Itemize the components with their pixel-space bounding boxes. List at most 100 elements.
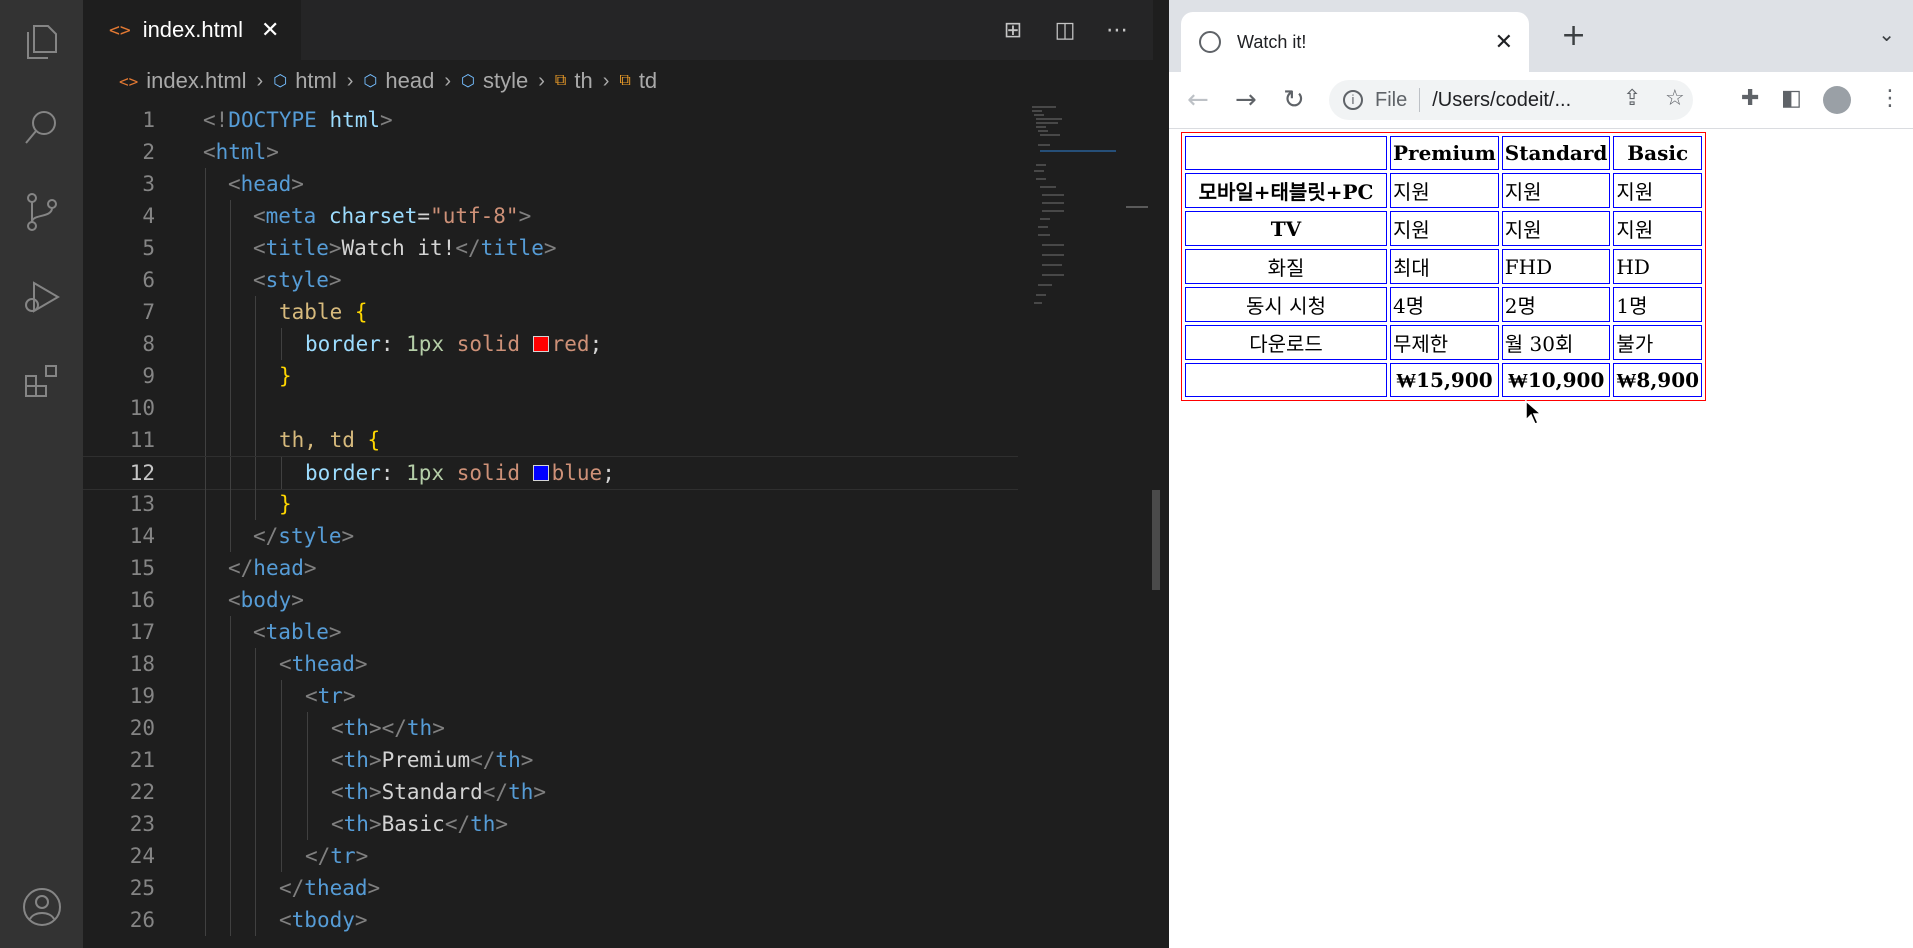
open-preview-icon[interactable]: ⊞ bbox=[999, 18, 1027, 43]
breadcrumb-item-th[interactable]: ⧉ th bbox=[555, 68, 593, 94]
header-cell: Standard bbox=[1501, 136, 1611, 170]
table-cell: HD bbox=[1613, 249, 1703, 284]
browser-window: Watch it! ✕ + ⌄ ← → ↻ i File /Users/code… bbox=[1169, 0, 1913, 948]
bookmark-star-icon[interactable]: ☆ bbox=[1665, 86, 1685, 111]
chevron-right-icon: › bbox=[256, 69, 264, 92]
selector-icon: ⧉ bbox=[554, 72, 567, 89]
editor-tab-bar: <> index.html ✕ ⊞ ◫ ⋯ bbox=[83, 0, 1153, 60]
color-swatch-blue[interactable] bbox=[532, 465, 549, 481]
breadcrumb-item-html[interactable]: ⬡ html bbox=[273, 68, 337, 94]
profile-avatar[interactable] bbox=[1823, 86, 1851, 114]
header-cell: Premium bbox=[1390, 136, 1499, 170]
reload-icon[interactable]: ↻ bbox=[1283, 72, 1305, 128]
code-line: 9} bbox=[83, 360, 1018, 392]
more-actions-icon[interactable]: ⋯ bbox=[1103, 18, 1131, 43]
omnibox-scheme: File bbox=[1375, 88, 1408, 111]
account-icon[interactable] bbox=[0, 875, 83, 939]
code-line: 13} bbox=[83, 488, 1018, 520]
browser-tab-strip: Watch it! ✕ + ⌄ bbox=[1169, 0, 1913, 72]
table-cell: 무제한 bbox=[1390, 325, 1499, 360]
search-icon[interactable] bbox=[0, 95, 83, 159]
color-swatch-red[interactable] bbox=[532, 336, 549, 352]
header-cell: Basic bbox=[1613, 136, 1703, 170]
code-line: 15 </head> bbox=[83, 552, 1018, 584]
element-icon: ⬡ bbox=[363, 73, 378, 90]
more-menu-icon[interactable]: ⋮ bbox=[1879, 86, 1901, 111]
omnibox-url[interactable]: /Users/codeit/... bbox=[1432, 89, 1571, 112]
code-line: 21 <th>Premium</th> bbox=[83, 744, 1018, 776]
code-line: 22 <th>Standard</th> bbox=[83, 776, 1018, 808]
run-debug-icon[interactable] bbox=[0, 265, 83, 329]
code-line: 2 <html> bbox=[142, 140, 279, 164]
table-row: 모바일+태블릿+PC 지원 지원 지원 bbox=[1185, 173, 1703, 208]
mouse-cursor-icon bbox=[1525, 400, 1543, 425]
code-line: 7 table { bbox=[83, 296, 1018, 328]
extensions-puzzle-icon[interactable]: ✚ bbox=[1741, 86, 1759, 111]
price-cell: ₩8,900 bbox=[1613, 363, 1703, 397]
code-line: 14 </style> bbox=[83, 520, 1018, 552]
breadcrumb-item-head[interactable]: ⬡ head bbox=[363, 68, 434, 94]
globe-icon bbox=[1199, 31, 1221, 53]
side-panel-icon[interactable]: ◧ bbox=[1781, 86, 1802, 111]
element-icon: ⬡ bbox=[461, 73, 475, 90]
info-icon[interactable]: i bbox=[1343, 90, 1363, 110]
table-header-row: Premium Standard Basic bbox=[1185, 136, 1703, 170]
code-line: 20 <th></th> bbox=[83, 712, 1018, 744]
editor: <> index.html ✕ ⊞ ◫ ⋯ <> index.html › ⬡ ht… bbox=[83, 0, 1153, 948]
explorer-icon[interactable] bbox=[0, 10, 83, 74]
code-line: 18 <thead> bbox=[83, 648, 1018, 680]
table-row: 다운로드 무제한 월 30회 불가 bbox=[1185, 325, 1703, 360]
chevron-right-icon: › bbox=[346, 69, 354, 92]
split-editor-icon[interactable]: ◫ bbox=[1051, 18, 1079, 43]
browser-tab-title: Watch it! bbox=[1237, 31, 1307, 52]
chevron-down-icon[interactable]: ⌄ bbox=[1878, 22, 1895, 46]
code-line: 26 <tbody> bbox=[83, 904, 1018, 936]
code-line: 24 </tr> bbox=[83, 840, 1018, 872]
tab-index-html[interactable]: <> index.html ✕ bbox=[83, 0, 301, 60]
code-line: 17 <table> bbox=[83, 616, 1018, 648]
close-icon[interactable]: ✕ bbox=[1495, 30, 1513, 55]
back-icon[interactable]: ← bbox=[1187, 72, 1209, 128]
table-cell: 월 30회 bbox=[1501, 325, 1611, 360]
breadcrumb-item-style[interactable]: ⬡ style bbox=[461, 68, 528, 94]
table-row: 동시 시청 4명 2명 1명 bbox=[1185, 287, 1703, 322]
breadcrumb-item-index-html[interactable]: <> index.html bbox=[119, 68, 247, 94]
element-icon: ⬡ bbox=[273, 73, 288, 90]
minimap[interactable] bbox=[1018, 104, 1116, 948]
page-content: Premium Standard Basic 모바일+태블릿+PC 지원 지원 … bbox=[1169, 129, 1913, 948]
table-row: 화질 최대 FHD HD bbox=[1185, 249, 1703, 284]
table-cell: 지원 bbox=[1390, 173, 1499, 208]
header-cell bbox=[1185, 136, 1387, 170]
chevron-right-icon: › bbox=[602, 69, 610, 92]
table-cell: 2명 bbox=[1501, 287, 1611, 322]
code-line: 6 <style> bbox=[83, 264, 1018, 296]
price-cell: ₩15,900 bbox=[1390, 363, 1499, 397]
breadcrumb-item-td[interactable]: ⧉ td bbox=[619, 68, 657, 94]
table-cell: 최대 bbox=[1390, 249, 1499, 284]
row-header-cell: TV bbox=[1185, 211, 1387, 246]
share-icon[interactable]: ⇪ bbox=[1623, 86, 1641, 111]
table-cell: 지원 bbox=[1613, 211, 1703, 246]
table-cell: 1명 bbox=[1613, 287, 1703, 322]
row-label-cell: 화질 bbox=[1185, 249, 1387, 284]
split-divider[interactable] bbox=[1153, 0, 1170, 948]
code-line: 16 <body> bbox=[83, 584, 1018, 616]
editor-scrollbar[interactable] bbox=[1152, 490, 1160, 590]
activity-bar bbox=[0, 0, 83, 948]
close-icon[interactable]: ✕ bbox=[261, 18, 279, 43]
breadcrumb: <> index.html › ⬡ html › ⬡ head › ⬡ style › … bbox=[83, 60, 1153, 102]
code-area[interactable]: 1 <!DOCTYPE html> 2 <html> 3 <head> 4 <meta … bbox=[83, 104, 1018, 948]
table-row: TV 지원 지원 지원 bbox=[1185, 211, 1703, 246]
code-line-active: 12 border: 1px solid blue; bbox=[83, 456, 1018, 490]
tab-label: index.html bbox=[142, 17, 243, 42]
new-tab-button[interactable]: + bbox=[1561, 18, 1586, 54]
browser-tab[interactable]: Watch it! ✕ bbox=[1181, 12, 1529, 72]
forward-icon[interactable]: → bbox=[1235, 72, 1257, 128]
extensions-icon[interactable] bbox=[0, 350, 83, 414]
code-line: 23 <th>Basic</th> bbox=[83, 808, 1018, 840]
code-line: 4 <meta charset="utf-8"> bbox=[83, 200, 1018, 232]
chevron-right-icon: › bbox=[444, 69, 452, 92]
code-line: 3 <head> bbox=[83, 168, 1018, 200]
source-control-icon[interactable] bbox=[0, 180, 83, 244]
row-label-cell: 동시 시청 bbox=[1185, 287, 1387, 322]
